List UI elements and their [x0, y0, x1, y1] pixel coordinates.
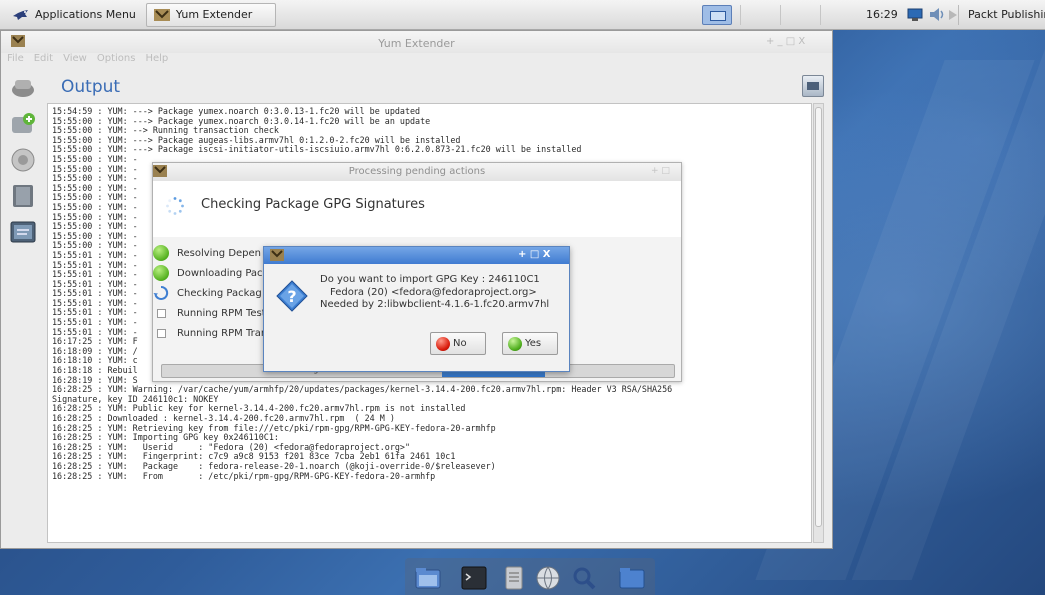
log-line: 16:28:25 : YUM: Public key for kernel-3.…	[52, 404, 466, 414]
user-menu-label[interactable]: Packt Publishing	[968, 8, 1045, 21]
window-titlebar[interactable]: Yum Extender + _ □ X	[1, 31, 832, 53]
log-line: 16:28:25 : YUM: Package : fedora-release…	[52, 461, 496, 471]
menu-edit[interactable]: Edit	[34, 53, 53, 69]
processing-step-label: Running RPM Test	[177, 307, 266, 319]
menu-help[interactable]: Help	[145, 53, 168, 69]
step-done-icon	[153, 245, 169, 261]
log-line: 16:28:25 : YUM: Userid : "Fedora (20) <f…	[52, 442, 410, 452]
no-button[interactable]: No	[430, 332, 486, 355]
log-line: 16:28:25 : YUM: From : /etc/pki/rpm-gpg/…	[52, 471, 436, 481]
volume-icon[interactable]	[928, 6, 946, 23]
log-line: 16:28:25 : Downloaded : kernel-3.14.4-20…	[52, 414, 395, 423]
processing-step: Resolving Depen	[153, 243, 261, 263]
mouse-logo-icon	[13, 9, 28, 20]
log-line: Signature, key ID 246110c1: NOKEY	[52, 394, 219, 404]
log-line: 16:28:25 : YUM: Retrieving key from file…	[52, 423, 496, 433]
output-heading: Output	[61, 77, 121, 97]
processing-step-label: Downloading Pac	[177, 267, 263, 279]
menu-view[interactable]: View	[63, 53, 87, 69]
processing-title: Processing pending actions	[348, 166, 486, 177]
yes-button-label: Yes	[525, 338, 542, 349]
web-browser-icon[interactable]	[535, 565, 561, 591]
workspace-slot[interactable]	[780, 5, 820, 25]
gpg-message-needed-by: Needed by 2:libwbclient-4.1.6-1.fc20.arm…	[320, 299, 550, 310]
menu-bar: File Edit View Options Help	[1, 53, 172, 69]
processing-step-label: Resolving Depen	[177, 247, 262, 259]
log-line: 16:28:25 : YUM: Warning: /var/cache/yum/…	[52, 385, 673, 395]
processing-step: Running RPM Trar	[153, 323, 265, 343]
side-toolbar	[5, 73, 39, 543]
no-icon	[436, 336, 450, 351]
yes-icon	[508, 336, 522, 351]
window-controls[interactable]: + _ □ X	[766, 36, 805, 47]
question-icon: ?	[276, 280, 308, 312]
groups-view-icon[interactable]	[10, 147, 36, 173]
gpg-key-dialog: + □ X ? Do you want to import GPG Key : …	[263, 246, 570, 372]
folder-icon[interactable]	[415, 565, 441, 591]
log-scrollbar[interactable]	[813, 103, 824, 543]
file-manager-icon[interactable]	[501, 565, 527, 591]
step-active-icon	[153, 285, 169, 301]
panel-arrow-icon[interactable]	[948, 9, 958, 21]
workspace-slot[interactable]	[820, 5, 860, 25]
applications-menu-label: Applications Menu	[35, 8, 136, 21]
log-line: 16:28:25 : YUM: Importing GPG key 0x2461…	[52, 433, 279, 443]
gpg-message-userid: Fedora (20) <fedora@fedoraproject.org>	[330, 287, 537, 298]
clock[interactable]: 16:29	[866, 8, 898, 21]
updates-view-icon[interactable]	[10, 111, 36, 137]
yumex-app-icon	[270, 249, 284, 261]
processing-heading: Checking Package GPG Signatures	[201, 197, 425, 212]
yes-button[interactable]: Yes	[502, 332, 558, 355]
processing-window-controls[interactable]: + □	[651, 166, 670, 176]
taskbar-yum-extender-button[interactable]: Yum Extender	[145, 2, 276, 27]
gpg-dialog-controls[interactable]: + □ X	[518, 249, 551, 260]
gpg-dialog-titlebar[interactable]: + □ X	[264, 247, 569, 264]
log-line: 15:55:00 : YUM: ---> Package augeas-libs…	[52, 135, 461, 145]
spinner-icon	[166, 197, 184, 215]
no-button-label: No	[453, 338, 467, 349]
search-icon[interactable]	[571, 565, 597, 591]
log-scrollbar-thumb[interactable]	[815, 107, 822, 527]
log-line: 15:55:00 : YUM: ---> Package yumex.noarc…	[52, 116, 431, 126]
output-view-icon[interactable]	[10, 219, 36, 245]
processing-step: Checking Packag	[153, 283, 262, 303]
processing-step: Downloading Pac	[153, 263, 263, 283]
panel-separator	[958, 5, 959, 25]
log-line: 15:54:59 : YUM: ---> Package yumex.noarc…	[52, 107, 421, 116]
home-folder-icon[interactable]	[619, 565, 645, 591]
taskbar-yum-extender-label: Yum Extender	[175, 8, 253, 21]
processing-titlebar[interactable]: Processing pending actions + □	[153, 163, 681, 181]
menu-file[interactable]: File	[7, 53, 24, 69]
top-panel: Applications Menu Yum Extender 16:29 Pac…	[0, 0, 1045, 30]
log-line: 16:28:25 : YUM: Fingerprint: c7c9 a9c8 9…	[52, 452, 456, 462]
log-line: 15:55:00 : YUM: --> Running transaction …	[52, 126, 279, 136]
applications-menu-button[interactable]: Applications Menu	[6, 3, 142, 27]
network-icon[interactable]	[906, 7, 924, 22]
yumex-app-icon	[153, 8, 170, 21]
processing-step-label: Checking Packag	[177, 287, 262, 299]
window-title: Yum Extender	[378, 37, 455, 50]
output-toggle-button[interactable]	[802, 75, 824, 97]
workspace-switcher-active[interactable]	[702, 5, 732, 25]
processing-step-label: Running RPM Trar	[177, 327, 265, 339]
terminal-icon[interactable]	[461, 565, 487, 591]
processing-step: Running RPM Test	[153, 303, 266, 323]
gpg-message-key: Do you want to import GPG Key : 246110C1	[320, 274, 540, 285]
step-pending-icon	[153, 305, 169, 321]
menu-options[interactable]: Options	[97, 53, 136, 69]
dock	[405, 558, 655, 595]
svg-text:?: ?	[287, 287, 296, 306]
step-pending-icon	[153, 325, 169, 341]
log-line: 15:55:00 : YUM: ---> Package iscsi-initi…	[52, 145, 582, 155]
workspace-slot[interactable]	[740, 5, 780, 25]
processing-header: Checking Package GPG Signatures	[153, 181, 681, 237]
pending-actions-icon[interactable]	[10, 183, 36, 209]
packages-view-icon[interactable]	[10, 75, 36, 101]
step-done-icon	[153, 265, 169, 281]
